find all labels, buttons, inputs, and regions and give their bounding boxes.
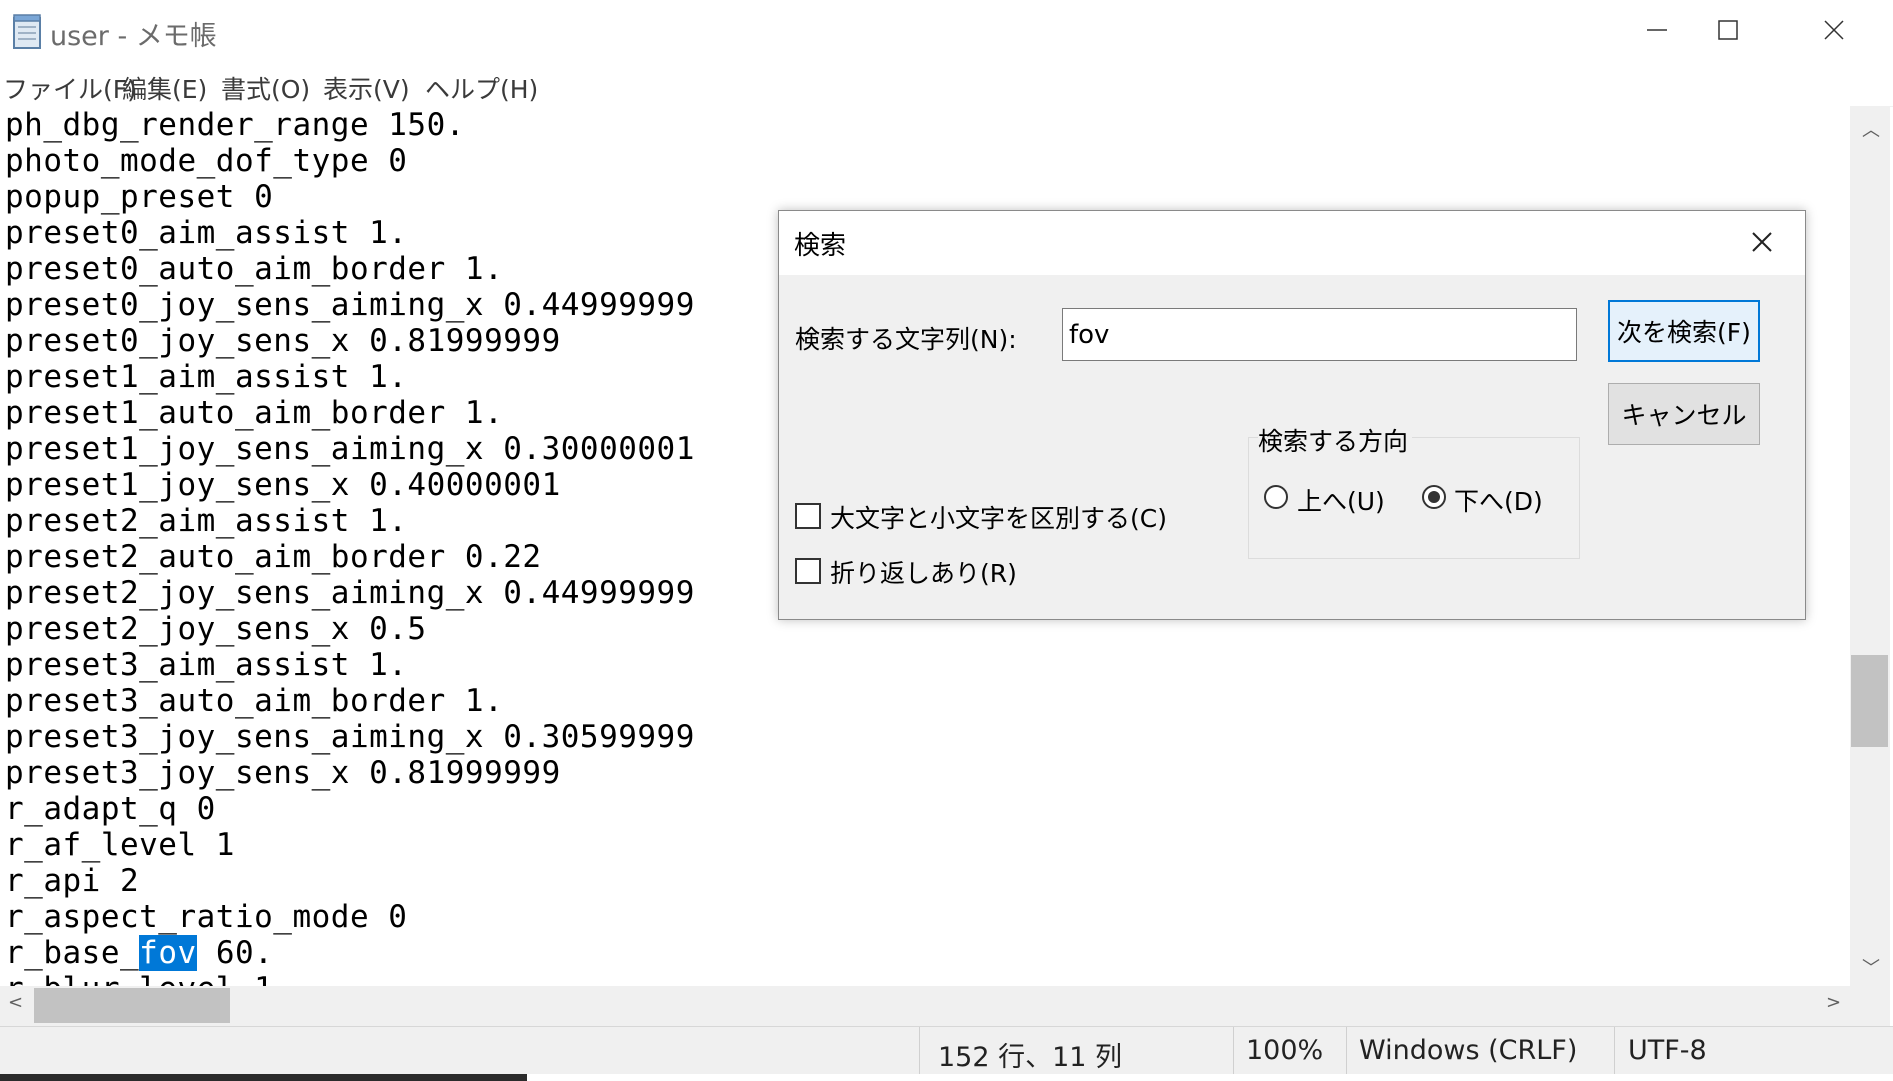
text-line-partial: r_blur_level 1	[5, 971, 273, 986]
match-prefix: r_base_	[5, 935, 140, 971]
minimize-icon	[1647, 29, 1667, 31]
search-highlight: fov	[139, 935, 197, 971]
direction-group-label: 検索する方向	[1258, 422, 1413, 458]
text-line: preset0_joy_sens_x 0.81999999	[5, 323, 561, 359]
maximize-icon	[1718, 20, 1738, 40]
menu-view[interactable]: 表示(V)	[323, 70, 410, 106]
text-line: preset1_auto_aim_border 1.	[5, 395, 504, 431]
status-divider	[919, 1027, 920, 1075]
dialog-close-icon[interactable]	[1744, 224, 1780, 260]
text-line: preset1_aim_assist 1.	[5, 359, 408, 395]
status-divider	[1346, 1027, 1347, 1075]
find-dialog: 検索 検索する文字列(N): 次を検索(F) キャンセル 検索する方向 上へ(U…	[778, 210, 1806, 620]
menu-edit[interactable]: 編集(E)	[122, 70, 207, 106]
text-line: r_af_level 1	[5, 827, 235, 863]
notepad-icon	[13, 14, 41, 49]
text-line: ph_dbg_render_range 150.	[5, 107, 465, 143]
menu-help[interactable]: ヘルプ(H)	[425, 70, 538, 106]
wrap-around-checkbox[interactable]	[795, 558, 821, 584]
vertical-scroll-thumb[interactable]	[1851, 655, 1888, 747]
text-line: preset3_joy_sens_aiming_x 0.30599999	[5, 719, 695, 755]
vertical-scrollbar[interactable]	[1850, 106, 1890, 986]
taskbar-edge-dark	[0, 1074, 527, 1081]
search-input[interactable]	[1062, 308, 1577, 361]
text-line-match: r_base_fov 60.	[5, 935, 273, 971]
match-case-checkbox[interactable]	[795, 503, 821, 529]
find-next-button[interactable]: 次を検索(F)	[1608, 300, 1760, 362]
menu-bar: ファイル(F) 編集(E) 書式(O) 表示(V) ヘルプ(H)	[0, 66, 1893, 107]
title-bar: user - メモ帳	[0, 0, 1893, 66]
close-icon	[1824, 20, 1844, 40]
text-line: r_api 2	[5, 863, 140, 899]
text-line: preset2_auto_aim_border 0.22	[5, 539, 542, 575]
text-line: preset3_auto_aim_border 1.	[5, 683, 504, 719]
radio-up[interactable]	[1264, 485, 1288, 509]
menu-format[interactable]: 書式(O)	[221, 70, 310, 106]
cancel-button[interactable]: キャンセル	[1608, 383, 1760, 445]
text-line: preset1_joy_sens_aiming_x 0.30000001	[5, 431, 695, 467]
scroll-left-icon[interactable]: <	[8, 992, 23, 1013]
window-title: user - メモ帳	[50, 21, 217, 52]
horizontal-scroll-thumb[interactable]	[34, 988, 230, 1023]
radio-down-label[interactable]: 下へ(D)	[1454, 482, 1543, 518]
text-line: preset1_joy_sens_x 0.40000001	[5, 467, 561, 503]
text-line: preset0_auto_aim_border 1.	[5, 251, 504, 287]
match-case-label[interactable]: 大文字と小文字を区別する(C)	[830, 499, 1167, 535]
dialog-title-bar: 検索	[779, 211, 1805, 275]
text-line: photo_mode_dof_type 0	[5, 143, 408, 179]
close-button[interactable]	[1782, 0, 1886, 60]
text-line: preset0_joy_sens_aiming_x 0.44999999	[5, 287, 695, 323]
zoom-level: 100%	[1246, 1035, 1324, 1066]
radio-up-label[interactable]: 上へ(U)	[1297, 482, 1385, 518]
radio-down[interactable]	[1422, 485, 1446, 509]
cursor-position: 152 行、11 列	[938, 1042, 1123, 1073]
text-line: preset2_joy_sens_aiming_x 0.44999999	[5, 575, 695, 611]
scroll-corner	[1850, 986, 1890, 1026]
scroll-right-icon[interactable]: >	[1826, 992, 1841, 1013]
dialog-title: 検索	[794, 231, 847, 261]
status-divider	[1233, 1027, 1234, 1075]
scroll-up-icon[interactable]: ︿	[1862, 116, 1880, 142]
text-line: preset0_aim_assist 1.	[5, 215, 408, 251]
text-line: popup_preset 0	[5, 179, 274, 215]
taskbar-edge	[0, 1074, 1893, 1081]
match-suffix: 60.	[196, 935, 274, 971]
menu-file[interactable]: ファイル(F)	[3, 70, 137, 106]
text-line: preset3_joy_sens_x 0.81999999	[5, 755, 561, 791]
maximize-button[interactable]	[1676, 0, 1780, 60]
horizontal-scrollbar[interactable]	[0, 986, 1850, 1026]
text-line: r_adapt_q 0	[5, 791, 216, 827]
text-line: preset2_aim_assist 1.	[5, 503, 408, 539]
wrap-around-label[interactable]: 折り返しあり(R)	[830, 554, 1017, 590]
line-ending: Windows (CRLF)	[1359, 1035, 1578, 1066]
radio-selected-dot	[1428, 491, 1440, 503]
text-line: preset2_joy_sens_x 0.5	[5, 611, 427, 647]
encoding: UTF-8	[1628, 1035, 1707, 1066]
text-line: preset3_aim_assist 1.	[5, 647, 408, 683]
scroll-down-icon[interactable]: ﹀	[1862, 954, 1880, 980]
status-divider	[1614, 1027, 1615, 1075]
status-bar: 152 行、11 列 100% Windows (CRLF) UTF-8	[0, 1026, 1893, 1075]
text-line: r_aspect_ratio_mode 0	[5, 899, 408, 935]
search-label: 検索する文字列(N):	[795, 325, 1017, 354]
